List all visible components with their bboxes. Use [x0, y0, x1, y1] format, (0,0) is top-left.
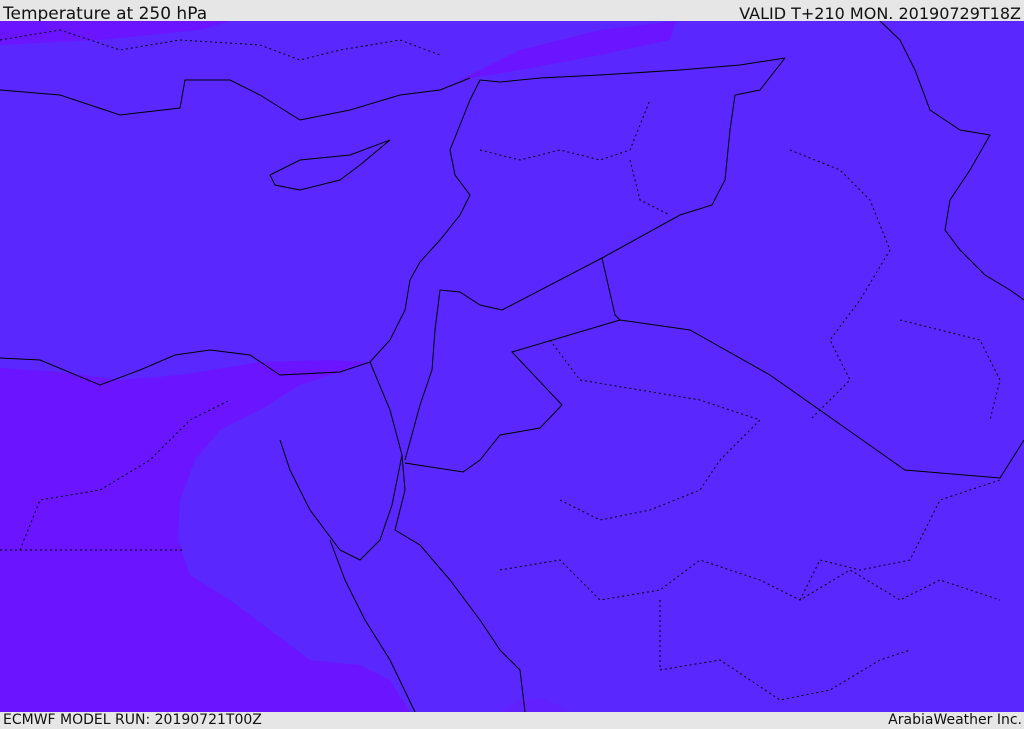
- model-run: ECMWF MODEL RUN: 20190721T00Z: [3, 712, 262, 728]
- temperature-map: [0, 21, 1024, 712]
- footer-bar: ECMWF MODEL RUN: 20190721T00Z ArabiaWeat…: [0, 712, 1024, 729]
- credit: ArabiaWeather Inc.: [888, 712, 1022, 728]
- header-bar: Temperature at 250 hPa VALID T+210 MON. …: [0, 0, 1024, 24]
